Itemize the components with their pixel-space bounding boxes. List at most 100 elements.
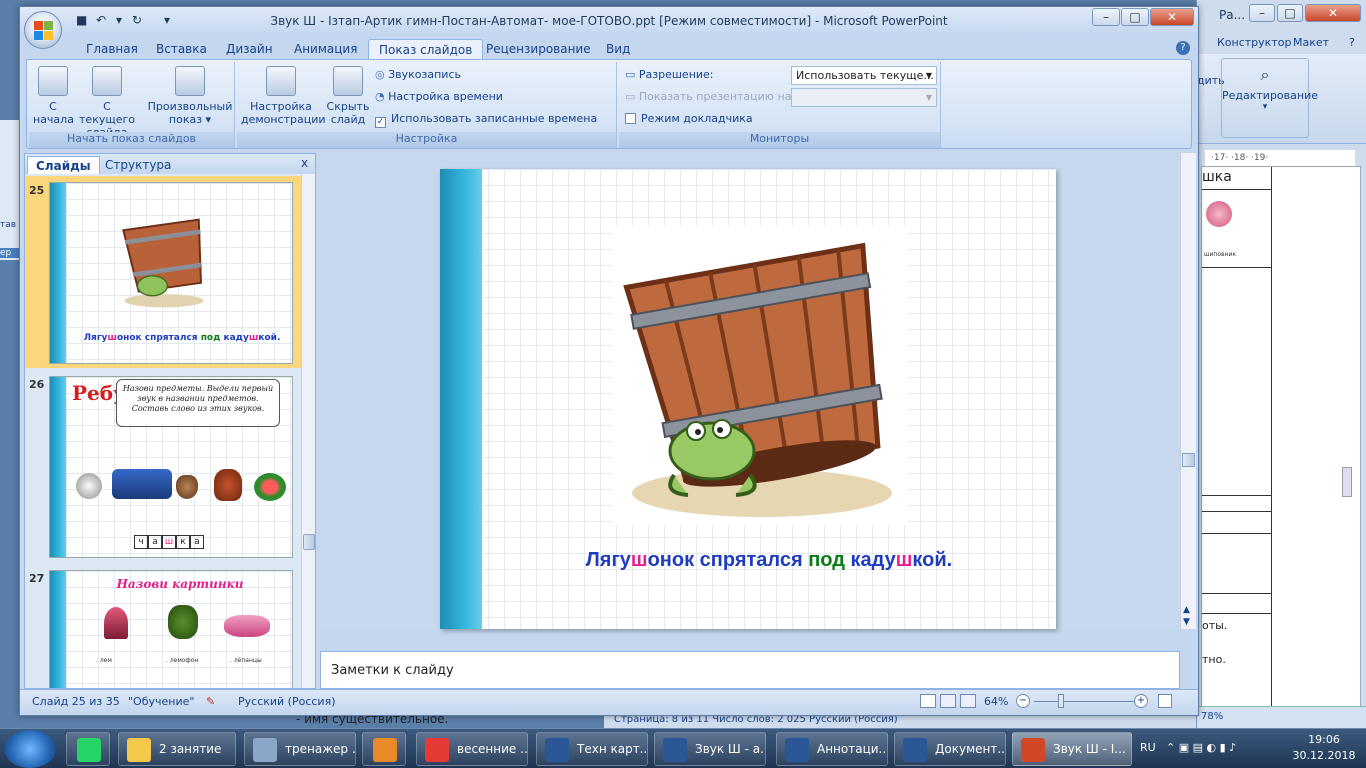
language-indicator[interactable]: RU	[1140, 741, 1156, 754]
taskbar-item[interactable]	[66, 732, 110, 766]
tab-insert[interactable]: Вставка	[146, 39, 217, 59]
bg-maximize-button[interactable]: □	[1277, 4, 1303, 22]
resolution-select[interactable]: Использовать текуще... ▼	[791, 66, 937, 85]
taskbar-item[interactable]: Аннотаци...	[776, 732, 888, 766]
taskbar-item[interactable]: весенние ...	[416, 732, 528, 766]
bg-tab-constructor[interactable]: Конструктор	[1217, 36, 1291, 54]
slideshow-start-icon	[38, 66, 68, 96]
use-timings-checkbox[interactable]: ✓ Использовать записанные времена	[375, 110, 597, 128]
tab-slides[interactable]: Слайды	[27, 156, 100, 174]
setup-show-icon	[266, 66, 296, 96]
pane-close-icon[interactable]: x	[301, 156, 308, 170]
tab-home[interactable]: Главная	[76, 39, 148, 59]
tab-design[interactable]: Дизайн	[216, 39, 283, 59]
taskbar-item[interactable]: Техн карт...	[536, 732, 648, 766]
setup-show-button[interactable]: Настройка демонстрации	[241, 66, 326, 126]
thumb-letters: ч а ш к а	[134, 535, 204, 549]
bg-left-strip: тав ер	[0, 120, 20, 260]
show-on-label: ▭ Показать презентацию на:	[625, 90, 796, 103]
taskbar-item[interactable]	[362, 732, 406, 766]
start-button[interactable]	[4, 730, 56, 768]
zoom-level[interactable]: 64%	[984, 695, 1008, 708]
group-setup: Настройка демонстрации Скрыть слайд ◎ Звук…	[237, 62, 617, 148]
maximize-button[interactable]: □	[1121, 8, 1149, 26]
bg-close-button[interactable]: ✕	[1305, 4, 1361, 22]
tab-view[interactable]: Вид	[596, 39, 640, 59]
hide-slide-button[interactable]: Скрыть слайд	[323, 66, 373, 126]
caption-segment: каду	[223, 333, 249, 343]
caption-segment: ш	[895, 549, 913, 571]
scroll-thumb[interactable]	[303, 534, 315, 550]
thumbnail-slide-27[interactable]: Назови картинки . лем . лемофон . лёпанц…	[49, 570, 293, 688]
tab-review[interactable]: Рецензирование	[476, 39, 601, 59]
thumbnail-slide-25[interactable]: Лягушонок спрятался под кадушкой.	[49, 182, 293, 364]
yandex-icon	[425, 738, 449, 762]
tab-slideshow[interactable]: Показ слайдов	[368, 39, 484, 59]
language[interactable]: Русский (Россия)	[238, 695, 336, 708]
sorter-view-icon[interactable]	[940, 694, 956, 708]
taskbar-item-label: Звук Ш - а...	[695, 742, 766, 756]
thumb-number: 25	[29, 184, 45, 197]
spellcheck-icon[interactable]: ✎	[206, 695, 215, 708]
slides-pane: Слайды Структура x 25 Лягушонок спряталс…	[24, 153, 316, 689]
zoom-in-button[interactable]: +	[1134, 694, 1148, 708]
bg-scroll-thumb[interactable]	[1342, 467, 1352, 497]
current-slide[interactable]: Лягушонок спрятался под кадушкой.	[440, 169, 1056, 629]
clock-time[interactable]: 19:06	[1294, 733, 1354, 746]
bg-minimize-button[interactable]: –	[1249, 4, 1275, 22]
office-button[interactable]	[24, 11, 62, 49]
bg-doc-caption: шиповник	[1204, 251, 1236, 258]
bg-tab-layout[interactable]: Макет	[1293, 36, 1329, 54]
theme-name[interactable]: "Обучение"	[128, 695, 194, 708]
zoom-out-button[interactable]: −	[1016, 694, 1030, 708]
tray-icons[interactable]: ⌃ ▣ ▤ ◐ ▮ ♪	[1166, 741, 1236, 754]
notes-placeholder[interactable]: Заметки к слайду	[331, 663, 454, 678]
qat-save-icon[interactable]: ■	[76, 13, 87, 31]
clock-date[interactable]: 30.12.2018	[1290, 749, 1358, 762]
bg-document: шка шиповник оты. тно.	[1201, 166, 1361, 726]
slide-scrollbar[interactable]: ▲ ▼	[1180, 153, 1196, 629]
thumb-27-title: Назови картинки	[116, 577, 244, 591]
next-slide-icon[interactable]: ▼	[1183, 617, 1190, 627]
thumbnail-scrollbar[interactable]	[301, 174, 315, 688]
record-narration-button[interactable]: ◎ Звукозапись	[375, 66, 461, 84]
taskbar-item[interactable]: 2 занятие	[118, 732, 236, 766]
taskbar-item[interactable]: тренажер ...	[244, 732, 356, 766]
thumbnail-slide-26[interactable]: Ребу Назови предметы. Выдели первый звук…	[49, 376, 293, 558]
search-icon	[253, 738, 277, 762]
fit-slide-icon[interactable]	[1158, 694, 1172, 708]
prev-slide-icon[interactable]: ▲	[1183, 605, 1190, 615]
notes-pane[interactable]: Заметки к слайду	[320, 651, 1180, 689]
qat-more-icon[interactable]: ▾	[116, 13, 122, 31]
taskbar-item-label: Звук Ш - І...	[1053, 742, 1126, 756]
from-start-button[interactable]: Сначала	[33, 66, 74, 126]
normal-view-icon[interactable]	[920, 694, 936, 708]
scroll-thumb[interactable]	[1182, 453, 1195, 467]
word-icon	[785, 738, 809, 762]
taskbar-item[interactable]: Звук Ш - І...	[1012, 732, 1132, 766]
tab-animation[interactable]: Анимация	[284, 39, 367, 59]
slideshow-view-icon[interactable]	[960, 694, 976, 708]
qat-redo-icon[interactable]: ↻	[132, 13, 142, 31]
hide-slide-icon	[333, 66, 363, 96]
zoom-slider[interactable]	[1034, 701, 1134, 702]
taskbar-item[interactable]: Звук Ш - а...	[654, 732, 766, 766]
minimize-button[interactable]: –	[1092, 8, 1120, 26]
caption-segment: кой.	[912, 549, 953, 571]
close-button[interactable]: ✕	[1150, 8, 1194, 26]
bg-editing-group[interactable]: ⌕ Редактирование ▾	[1221, 58, 1318, 138]
bg-statusbar: 78%	[1197, 706, 1366, 728]
taskbar-item[interactable]: Документ...	[894, 732, 1006, 766]
qat-customize-icon[interactable]: ▾	[164, 13, 170, 31]
rehearse-timings-button[interactable]: ◔ Настройка времени	[375, 88, 503, 106]
qat-undo-icon[interactable]: ↶	[96, 13, 106, 31]
bg-help-icon[interactable]: ?	[1349, 36, 1355, 49]
zoom-slider-thumb[interactable]	[1058, 694, 1064, 708]
custom-show-button[interactable]: Произвольный показ ▾	[147, 66, 233, 126]
help-icon[interactable]: ?	[1176, 41, 1190, 55]
tab-outline[interactable]: Структура	[97, 156, 179, 174]
show-on-select[interactable]: ▼	[791, 88, 937, 107]
from-current-button[interactable]: С текущегослайда	[75, 66, 139, 139]
presenter-view-checkbox[interactable]: Режим докладчика	[625, 110, 753, 128]
watermelon-image	[254, 473, 286, 501]
